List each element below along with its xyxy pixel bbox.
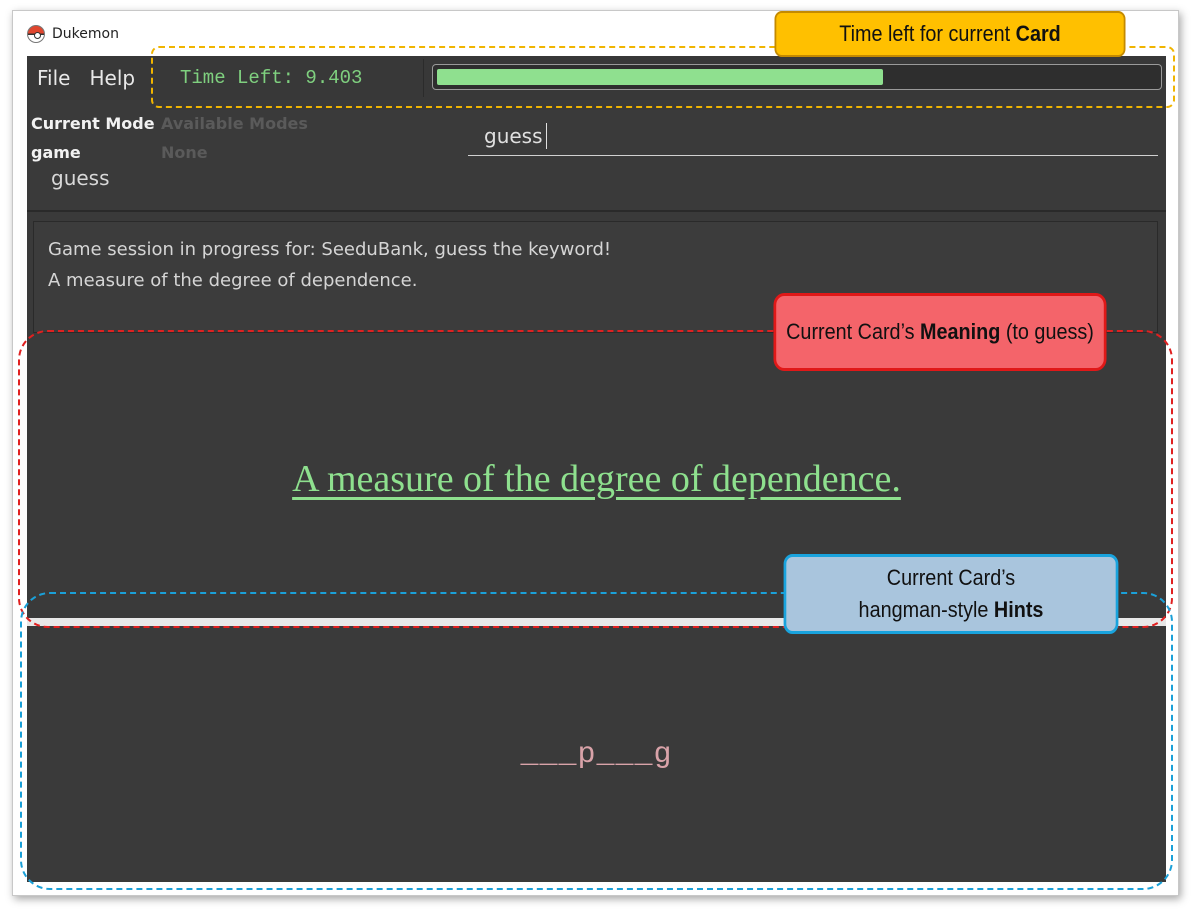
- timer-callout-prefix: Time left for current: [839, 21, 1016, 46]
- hints-highlight-frame: [20, 592, 1173, 890]
- available-modes-value: None: [161, 143, 208, 162]
- hints-callout-line2: hangman-style Hints: [859, 594, 1044, 626]
- hints-callout-line1: Current Card’s: [886, 565, 1016, 590]
- menu-file[interactable]: File: [27, 66, 79, 90]
- menu-help[interactable]: Help: [79, 66, 144, 90]
- menu-bar: File Help: [27, 56, 144, 100]
- meaning-callout-bold: Meaning: [920, 319, 1001, 344]
- hints-callout-bold: Hints: [993, 597, 1044, 622]
- window-title: Dukemon: [52, 25, 119, 42]
- pokeball-icon: [27, 24, 45, 43]
- command-input[interactable]: guess: [468, 116, 1158, 156]
- command-input-text: guess: [484, 123, 543, 148]
- meaning-callout-text: Current Card’s Meaning (to guess): [786, 316, 1094, 348]
- timer-callout: Time left for current Card: [774, 11, 1126, 57]
- available-modes-label: Available Modes: [161, 114, 308, 133]
- result-line: Game session in progress for: SeeduBank,…: [48, 239, 612, 260]
- mode-panel: Current Mode game Available Modes None g…: [27, 100, 1166, 212]
- last-command-text: guess: [51, 166, 110, 190]
- meaning-callout-prefix: Current Card’s: [786, 319, 921, 344]
- current-mode-value: game: [31, 143, 81, 162]
- result-line: A measure of the degree of dependence.: [48, 270, 418, 291]
- meaning-callout: Current Card’s Meaning (to guess): [773, 293, 1107, 371]
- meaning-callout-suffix: (to guess): [1000, 319, 1094, 344]
- hints-callout: Current Card’s hangman-style Hints: [783, 554, 1119, 634]
- timer-callout-text: Time left for current Card: [839, 18, 1061, 50]
- current-mode-label: Current Mode: [31, 114, 155, 133]
- hints-callout-prefix: hangman-style: [858, 597, 994, 622]
- text-caret: [545, 122, 547, 149]
- timer-callout-bold: Card: [1015, 21, 1061, 46]
